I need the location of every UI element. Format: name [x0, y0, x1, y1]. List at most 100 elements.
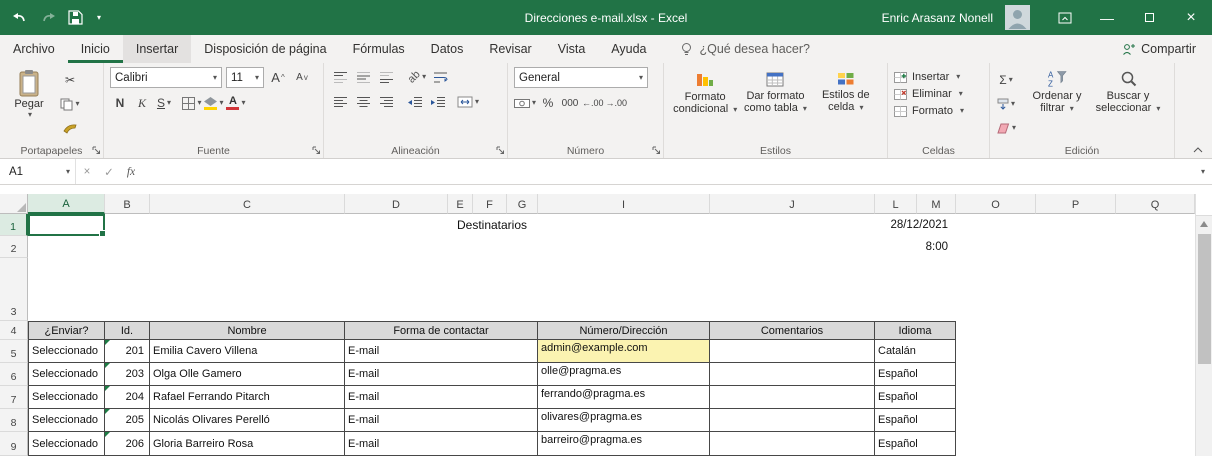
- wrap-text-button[interactable]: [430, 67, 450, 87]
- italic-button[interactable]: K: [132, 93, 152, 113]
- table-header[interactable]: Número/Dirección: [538, 321, 710, 340]
- column-header-G[interactable]: G: [507, 194, 538, 214]
- cell[interactable]: [710, 386, 875, 409]
- cell[interactable]: Gloria Barreiro Rosa: [150, 432, 345, 456]
- scrollbar-thumb[interactable]: [1198, 234, 1211, 364]
- cell[interactable]: Emilia Cavero Villena: [150, 340, 345, 363]
- font-color-button[interactable]: A▾: [226, 93, 246, 113]
- cell[interactable]: Seleccionado: [28, 386, 105, 409]
- cell[interactable]: Rafael Ferrando Pitarch: [150, 386, 345, 409]
- conditional-formatting-button[interactable]: Formato condicional ▾: [670, 69, 740, 142]
- decrease-font-button[interactable]: Av: [292, 68, 312, 88]
- bold-button[interactable]: N: [110, 93, 130, 113]
- active-cell-a1[interactable]: [28, 214, 105, 236]
- column-header-J[interactable]: J: [710, 194, 875, 214]
- close-button[interactable]: ×: [1170, 0, 1212, 35]
- paste-button[interactable]: Pegar ▾: [6, 67, 52, 138]
- cell[interactable]: E-mail: [345, 386, 538, 409]
- cancel-icon[interactable]: ×: [76, 159, 98, 184]
- align-right-button[interactable]: [376, 92, 396, 112]
- tab-inicio[interactable]: Inicio: [68, 35, 123, 63]
- dialog-launcher-icon[interactable]: [496, 146, 505, 155]
- tab-ayuda[interactable]: Ayuda: [598, 35, 659, 63]
- column-header-B[interactable]: B: [105, 194, 150, 214]
- row-header-7[interactable]: 7: [0, 386, 28, 409]
- dialog-launcher-icon[interactable]: [652, 146, 661, 155]
- table-header[interactable]: Forma de contactar: [345, 321, 538, 340]
- table-header[interactable]: ¿Enviar?: [28, 321, 105, 340]
- column-header-C[interactable]: C: [150, 194, 345, 214]
- clear-button[interactable]: ▾: [996, 118, 1016, 138]
- cell[interactable]: E-mail: [345, 409, 538, 432]
- cell[interactable]: Español: [875, 386, 956, 409]
- tell-me-search[interactable]: ¿Qué desea hacer?: [680, 42, 811, 56]
- cell[interactable]: ferrando@pragma.es: [538, 386, 710, 409]
- customize-qat-icon[interactable]: ▾: [97, 9, 101, 27]
- column-header-O[interactable]: O: [956, 194, 1036, 214]
- align-middle-button[interactable]: [353, 67, 373, 87]
- cell[interactable]: Seleccionado: [28, 432, 105, 456]
- fill-button[interactable]: ▾: [996, 94, 1016, 114]
- cell[interactable]: olle@pragma.es: [538, 363, 710, 386]
- cell[interactable]: 201: [105, 340, 150, 363]
- column-header-F[interactable]: F: [473, 194, 507, 214]
- orientation-button[interactable]: ab▾: [407, 67, 427, 87]
- name-box[interactable]: A1 ▾: [0, 159, 76, 184]
- tab-disposicion[interactable]: Disposición de página: [191, 35, 339, 63]
- cell[interactable]: Catalán: [875, 340, 956, 363]
- cell[interactable]: E-mail: [345, 432, 538, 456]
- column-header-A[interactable]: A: [28, 194, 105, 214]
- avatar[interactable]: [1005, 5, 1030, 30]
- maximize-button[interactable]: [1128, 0, 1170, 35]
- align-left-button[interactable]: [330, 92, 350, 112]
- cell[interactable]: Seleccionado: [28, 409, 105, 432]
- cell[interactable]: admin@example.com: [538, 340, 710, 363]
- column-header-L[interactable]: L: [875, 194, 917, 214]
- cell[interactable]: 205: [105, 409, 150, 432]
- table-header[interactable]: Id.: [105, 321, 150, 340]
- decrease-decimal-button[interactable]: →.00: [606, 93, 628, 113]
- format-cells-button[interactable]: Formato▾: [894, 105, 983, 117]
- dialog-launcher-icon[interactable]: [92, 146, 101, 155]
- cell[interactable]: [710, 340, 875, 363]
- column-header-D[interactable]: D: [345, 194, 448, 214]
- tab-revisar[interactable]: Revisar: [476, 35, 544, 63]
- ribbon-display-options-icon[interactable]: [1044, 0, 1086, 35]
- cell[interactable]: 204: [105, 386, 150, 409]
- align-top-button[interactable]: [330, 67, 350, 87]
- user-name[interactable]: Enric Arasanz Nonell: [882, 11, 993, 25]
- insert-function-button[interactable]: fx: [120, 159, 142, 184]
- increase-decimal-button[interactable]: ←.00: [582, 93, 604, 113]
- row-header-8[interactable]: 8: [0, 409, 28, 432]
- cell[interactable]: [710, 363, 875, 386]
- cut-button[interactable]: ✂: [60, 70, 80, 90]
- column-header-M[interactable]: M: [917, 194, 956, 214]
- table-header[interactable]: Comentarios: [710, 321, 875, 340]
- underline-button[interactable]: S▾: [154, 93, 174, 113]
- undo-icon[interactable]: [12, 9, 28, 27]
- row-header-6[interactable]: 6: [0, 363, 28, 386]
- tab-vista[interactable]: Vista: [545, 35, 599, 63]
- insert-cells-button[interactable]: Insertar▾: [894, 71, 983, 83]
- cell[interactable]: Español: [875, 432, 956, 456]
- column-header-E[interactable]: E: [448, 194, 473, 214]
- row-header-3[interactable]: 3: [0, 258, 28, 321]
- cell[interactable]: E-mail: [345, 340, 538, 363]
- table-header[interactable]: Nombre: [150, 321, 345, 340]
- accounting-format-button[interactable]: ▾: [514, 93, 536, 113]
- cell[interactable]: Español: [875, 409, 956, 432]
- tab-insertar[interactable]: Insertar: [123, 35, 191, 63]
- cell[interactable]: barreiro@pragma.es: [538, 432, 710, 456]
- dialog-launcher-icon[interactable]: [312, 146, 321, 155]
- cell-title-destinatarios[interactable]: Destinatarios: [28, 214, 956, 236]
- cell-time[interactable]: 8:00: [875, 236, 956, 258]
- save-icon[interactable]: [68, 9, 83, 27]
- column-header-I[interactable]: I: [538, 194, 710, 214]
- format-painter-button[interactable]: [60, 118, 80, 138]
- delete-cells-button[interactable]: Eliminar▾: [894, 88, 983, 100]
- share-button[interactable]: Compartir: [1122, 42, 1196, 56]
- number-format-select[interactable]: General▾: [514, 67, 648, 88]
- format-as-table-button[interactable]: Dar formato como tabla ▾: [740, 69, 810, 142]
- percent-button[interactable]: %: [538, 93, 558, 113]
- cell[interactable]: Nicolás Olivares Perelló: [150, 409, 345, 432]
